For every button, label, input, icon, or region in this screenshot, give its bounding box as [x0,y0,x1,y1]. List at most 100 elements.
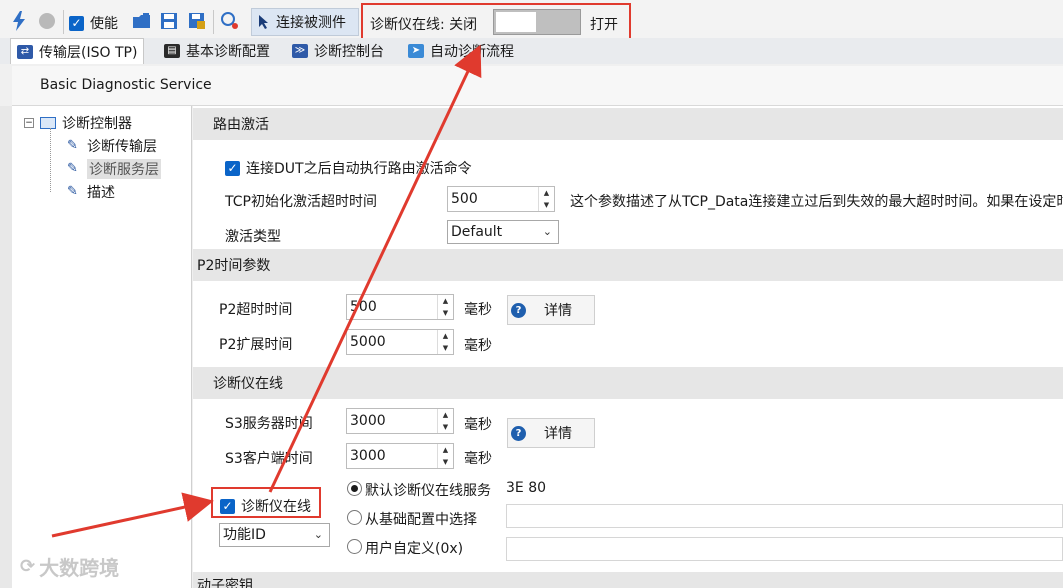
activation-type-label: 激活类型 [225,229,281,245]
auto-route-option[interactable]: ✓ 连接DUT之后自动执行路由激活命令 [225,158,472,178]
tree-item-service[interactable]: ✎ 诊断服务层 [67,159,161,179]
auto-route-label: 连接DUT之后自动执行路由激活命令 [246,161,472,177]
collapse-icon[interactable]: − [24,118,34,128]
spin-arrows-icon[interactable]: ▲ ▼ [437,295,453,319]
tab-auto-diagnostic-flow[interactable]: ➤ 自动诊断流程 [402,38,520,64]
p2-timeout-unit: 毫秒 [464,302,492,318]
tree-item-label: 诊断服务层 [87,159,161,179]
section-next-header-partial: 动子密钥 [193,572,1063,588]
tab-bar: ⇄ 传输层(ISO TP) ▤ 基本诊断配置 ≫ 诊断控制台 ➤ 自动诊断流程 [0,38,1063,64]
function-id-value: 功能ID [223,527,266,543]
tree-item-label: 诊断传输层 [87,139,157,155]
radio-default-label: 默认诊断仪在线服务 [365,483,491,499]
enable-label: 使能 [90,16,118,32]
radio-custom[interactable] [347,539,362,554]
section-tester-present-header: 诊断仪在线 [193,367,1063,399]
tree-line [50,128,51,192]
chevron-down-icon: ⌄ [313,528,323,541]
watermark: ⟳ 大数跨境 [20,552,119,581]
navigation-tree: − 诊断控制器 ✎ 诊断传输层 ✎ 诊断服务层 ✎ 描述 ⟳ 大数跨境 [12,106,192,588]
pointer-icon [259,15,268,29]
console-icon: ≫ [292,44,308,58]
tcp-description: 这个参数描述了从TCP_Data连接建立过后到失效的最大超时时间。如果在设定时 [570,194,1063,210]
edit-icon: ✎ [67,161,78,176]
base-config-input[interactable] [506,504,1063,528]
spin-arrows-icon[interactable]: ▲ ▼ [538,187,554,211]
tcp-timeout-label: TCP初始化激活超时时间 [225,194,377,210]
transport-icon: ⇄ [17,44,33,59]
watermark-logo-icon: ⟳ [20,556,36,577]
help-icon: ? [511,302,526,318]
detail-label: 详情 [544,426,572,442]
p2-timeout-input[interactable]: 500 ▲ ▼ [346,294,454,320]
tab-transport-layer[interactable]: ⇄ 传输层(ISO TP) [10,38,145,64]
spin-arrows-icon[interactable]: ▲ ▼ [437,444,453,468]
p2-extend-input[interactable]: 5000 ▲ ▼ [346,329,454,355]
custom-id-input[interactable] [506,537,1063,561]
s3-detail-button[interactable]: ? 详情 [507,418,595,448]
tab-label: 基本诊断配置 [186,44,270,60]
open-folder-icon[interactable] [131,10,153,32]
s3-client-label: S3客户端时间 [225,451,313,467]
radio-default-service[interactable] [347,481,362,496]
tab-diagnostic-console[interactable]: ≫ 诊断控制台 [286,38,390,64]
toolbar-divider [213,10,214,34]
tcp-timeout-input[interactable]: 500 ▲ ▼ [447,186,555,212]
watermark-text: 大数跨境 [39,556,120,580]
tester-online-highlight [211,487,321,518]
lightning-icon[interactable] [8,10,30,32]
s3-server-value: 3000 [350,413,386,429]
tree-item-transport[interactable]: ✎ 诊断传输层 [67,136,157,156]
function-id-select[interactable]: 功能ID ⌄ [219,523,330,547]
search-person-icon[interactable] [219,10,241,32]
tab-label: 自动诊断流程 [430,44,514,60]
s3-client-input[interactable]: 3000 ▲ ▼ [346,443,454,469]
edit-icon: ✎ [67,138,78,153]
online-toggle-switch[interactable] [493,9,581,35]
tcp-timeout-value: 500 [451,191,478,207]
p2-detail-button[interactable]: ? 详情 [507,295,595,325]
section-title: P2时间参数 [197,258,271,274]
s3-server-input[interactable]: 3000 ▲ ▼ [346,408,454,434]
spin-arrows-icon[interactable]: ▲ ▼ [437,409,453,433]
p2-timeout-label: P2超时时间 [219,302,293,318]
help-icon: ? [511,425,526,441]
radio-custom-label: 用户自定义(0x) [365,541,464,557]
auto-route-checkbox[interactable]: ✓ [225,160,240,176]
service-title: Basic Diagnostic Service [40,77,212,93]
s3-client-value: 3000 [350,448,386,464]
spin-arrows-icon[interactable]: ▲ ▼ [437,330,453,354]
left-margin-strip [0,106,12,588]
send-icon: ➤ [408,44,424,58]
tree-item-label: 描述 [87,185,115,201]
connect-dut-label: 连接被测件 [276,15,346,31]
p2-extend-value: 5000 [350,334,386,350]
connect-dut-button[interactable]: 连接被测件 [251,8,359,36]
tree-root-label: 诊断控制器 [62,116,132,132]
activation-type-value: Default [451,224,503,240]
enable-toggle[interactable]: ✓ 使能 [69,13,118,33]
tree-root-diagnostic-controller[interactable]: − 诊断控制器 [24,113,132,133]
default-service-value: 3E 80 [506,480,547,496]
tree-item-description[interactable]: ✎ 描述 [67,182,115,202]
config-icon: ▤ [164,44,180,58]
toolbar-divider [63,10,64,34]
save-icon[interactable] [158,10,180,32]
radio-base-config[interactable] [347,510,362,525]
service-title-bar: Basic Diagnostic Service [12,66,1063,106]
stop-icon[interactable] [36,10,58,32]
settings-panel: 路由激活 ✓ 连接DUT之后自动执行路由激活命令 TCP初始化激活超时时间 50… [193,106,1063,588]
section-routing-header: 路由激活 [193,108,1063,140]
activation-type-select[interactable]: Default ⌄ [447,220,559,244]
p2-timeout-value: 500 [350,299,377,315]
s3-server-unit: 毫秒 [464,417,492,433]
save-as-icon[interactable] [186,10,208,32]
tab-basic-config[interactable]: ▤ 基本诊断配置 [158,38,276,64]
detail-label: 详情 [544,303,572,319]
p2-extend-unit: 毫秒 [464,338,492,354]
radio-base-label: 从基础配置中选择 [365,512,477,528]
enable-checkbox[interactable]: ✓ [69,15,84,31]
tab-label: 传输层(ISO TP) [39,44,138,61]
toggle-knob [496,12,536,32]
tab-label: 诊断控制台 [314,44,384,60]
